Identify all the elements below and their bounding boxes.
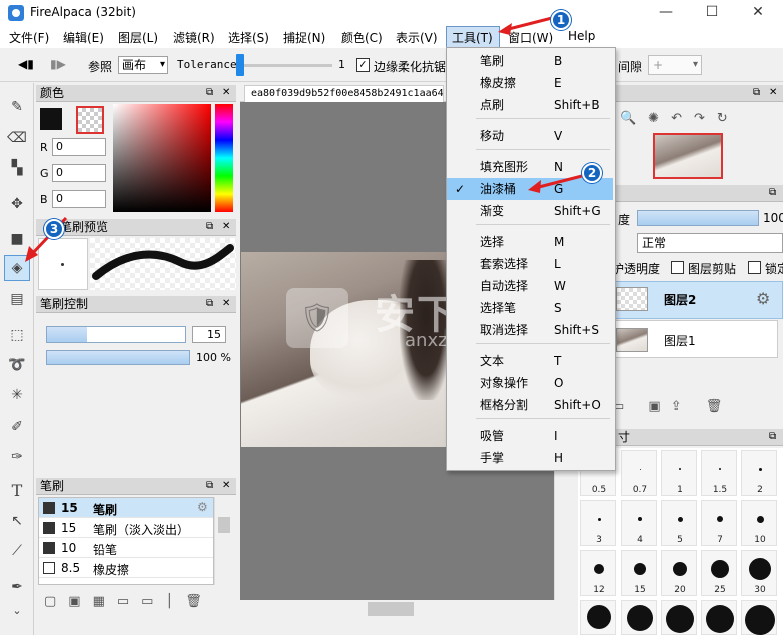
arrow-2 xyxy=(534,174,583,190)
callout-badge-3: 3 xyxy=(44,219,64,239)
arrow-2-head xyxy=(528,180,541,193)
annotation-arrows xyxy=(25,16,583,262)
arrow-1-head xyxy=(498,23,512,35)
callout-badge-1: 1 xyxy=(551,10,571,30)
arrow-1 xyxy=(504,16,553,32)
callout-badge-2: 2 xyxy=(582,163,602,183)
